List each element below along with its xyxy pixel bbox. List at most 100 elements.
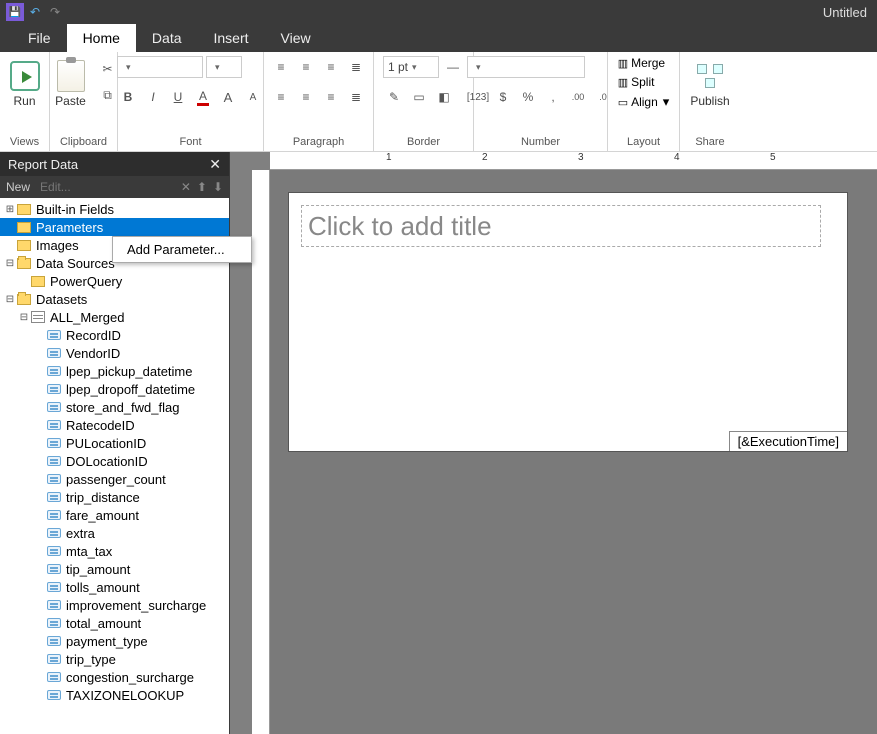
design-canvas[interactable]: 12345 Click to add title [&ExecutionTime… xyxy=(230,152,877,734)
menu-add-parameter[interactable]: Add Parameter... xyxy=(115,239,249,260)
tree-field[interactable]: fare_amount xyxy=(0,506,229,524)
redo-icon[interactable]: ↷ xyxy=(46,3,64,21)
underline-button[interactable]: U xyxy=(167,86,189,108)
tree-all-merged[interactable]: ⊟ALL_Merged xyxy=(0,308,229,326)
tree-field[interactable]: tip_amount xyxy=(0,560,229,578)
tree-field[interactable]: store_and_fwd_flag xyxy=(0,398,229,416)
chevron-down-icon: ▾ xyxy=(215,62,220,73)
align-right-button[interactable]: ≡ xyxy=(320,86,342,108)
tab-file[interactable]: File xyxy=(12,24,67,52)
tree-field[interactable]: trip_distance xyxy=(0,488,229,506)
field-icon xyxy=(47,582,61,592)
new-button[interactable]: New xyxy=(6,180,30,194)
font-size-combo[interactable]: ▾ xyxy=(206,56,242,78)
border-weight-combo[interactable]: 1 pt▾ xyxy=(383,56,439,78)
tree-field[interactable]: extra xyxy=(0,524,229,542)
chevron-down-icon: ▾ xyxy=(476,62,481,73)
ruler-tick: 2 xyxy=(482,152,488,163)
paste-button[interactable]: Paste xyxy=(49,56,93,108)
border-style-button[interactable]: — xyxy=(442,56,464,78)
align-left-button[interactable]: ≡ xyxy=(270,86,292,108)
tree-field[interactable]: mta_tax xyxy=(0,542,229,560)
folder-icon xyxy=(31,276,45,287)
tab-insert[interactable]: Insert xyxy=(198,24,265,52)
tree-field[interactable]: trip_type xyxy=(0,650,229,668)
tree-field[interactable]: passenger_count xyxy=(0,470,229,488)
folder-open-icon xyxy=(17,258,31,269)
tab-view[interactable]: View xyxy=(265,24,327,52)
group-paragraph-label: Paragraph xyxy=(293,134,344,151)
copy-icon[interactable]: ⧉ xyxy=(97,84,119,106)
save-icon[interactable]: 💾 xyxy=(6,3,24,21)
move-up-icon[interactable]: ⬆ xyxy=(197,180,207,194)
align-center-button[interactable]: ≡ xyxy=(295,86,317,108)
tab-home[interactable]: Home xyxy=(67,24,136,52)
group-border-label: Border xyxy=(407,134,440,151)
report-body[interactable]: Click to add title [&ExecutionTime] xyxy=(288,192,848,452)
placeholder-button[interactable]: [123] xyxy=(467,86,489,108)
move-down-icon[interactable]: ⬇ xyxy=(213,180,223,194)
comma-button[interactable]: , xyxy=(542,86,564,108)
fill-color-button[interactable]: ◧ xyxy=(433,86,455,108)
merge-button[interactable]: ▥ Merge xyxy=(618,56,670,70)
align-middle-button[interactable]: ≡ xyxy=(295,56,317,78)
tree-field[interactable]: TAXIZONELOOKUP xyxy=(0,686,229,704)
edit-button[interactable]: Edit... xyxy=(40,180,71,194)
undo-icon[interactable]: ↶ xyxy=(26,3,44,21)
tree-field[interactable]: lpep_dropoff_datetime xyxy=(0,380,229,398)
tree-powerquery[interactable]: PowerQuery xyxy=(0,272,229,290)
bold-button[interactable]: B xyxy=(117,86,139,108)
percent-button[interactable]: % xyxy=(517,86,539,108)
bullets-button[interactable]: ≣ xyxy=(345,56,367,78)
vertical-ruler xyxy=(252,170,270,734)
tree-field[interactable]: congestion_surcharge xyxy=(0,668,229,686)
delete-icon[interactable]: ✕ xyxy=(181,180,191,194)
tree-field[interactable]: payment_type xyxy=(0,632,229,650)
report-data-tree[interactable]: ⊞Built-in Fields Parameters Images ⊟Data… xyxy=(0,198,229,734)
tree-field[interactable]: RatecodeID xyxy=(0,416,229,434)
increase-decimal-button[interactable]: .00 xyxy=(567,86,589,108)
run-button[interactable]: Run xyxy=(3,56,47,108)
currency-button[interactable]: $ xyxy=(492,86,514,108)
numbering-button[interactable]: ≣ xyxy=(345,86,367,108)
tree-parameters[interactable]: Parameters xyxy=(0,218,229,236)
tree-field[interactable]: total_amount xyxy=(0,614,229,632)
execution-time-textbox[interactable]: [&ExecutionTime] xyxy=(729,431,847,451)
tree-field[interactable]: improvement_surcharge xyxy=(0,596,229,614)
panel-toolbar: New Edit... ✕ ⬆ ⬇ xyxy=(0,176,229,198)
field-icon xyxy=(47,654,61,664)
field-icon xyxy=(47,492,61,502)
title-bar: 💾 ↶ ↷ Untitled xyxy=(0,0,877,24)
align-bottom-button[interactable]: ≡ xyxy=(320,56,342,78)
italic-button[interactable]: I xyxy=(142,86,164,108)
tree-field[interactable]: PULocationID xyxy=(0,434,229,452)
group-views-label: Views xyxy=(10,134,39,151)
field-icon xyxy=(47,402,61,412)
font-color-button[interactable]: A xyxy=(192,86,214,108)
tree-field[interactable]: DOLocationID xyxy=(0,452,229,470)
tree-field[interactable]: VendorID xyxy=(0,344,229,362)
tree-field[interactable]: lpep_pickup_datetime xyxy=(0,362,229,380)
field-icon xyxy=(47,366,61,376)
group-layout-label: Layout xyxy=(627,134,660,151)
grow-font-button[interactable]: A xyxy=(217,86,239,108)
publish-button[interactable]: Publish xyxy=(688,56,732,108)
font-family-combo[interactable]: ▾ xyxy=(117,56,203,78)
tab-data[interactable]: Data xyxy=(136,24,198,52)
border-preset-button[interactable]: ▭ xyxy=(408,86,430,108)
tree-field[interactable]: RecordID xyxy=(0,326,229,344)
close-icon[interactable]: ✕ xyxy=(209,156,221,173)
tree-field[interactable]: tolls_amount xyxy=(0,578,229,596)
field-icon xyxy=(47,528,61,538)
number-format-combo[interactable]: ▾ xyxy=(467,56,585,78)
split-button[interactable]: ▥ Split xyxy=(618,75,670,89)
quick-access-toolbar: 💾 ↶ ↷ xyxy=(6,3,64,21)
border-color-button[interactable]: ✎ xyxy=(383,86,405,108)
tree-builtin-fields[interactable]: ⊞Built-in Fields xyxy=(0,200,229,218)
title-textbox[interactable]: Click to add title xyxy=(301,205,821,247)
tree-datasets[interactable]: ⊟Datasets xyxy=(0,290,229,308)
align-top-button[interactable]: ≡ xyxy=(270,56,292,78)
align-button[interactable]: ▭ Align▾ xyxy=(618,94,670,110)
shrink-font-button[interactable]: A xyxy=(242,86,264,108)
cut-icon[interactable]: ✂ xyxy=(97,58,119,80)
